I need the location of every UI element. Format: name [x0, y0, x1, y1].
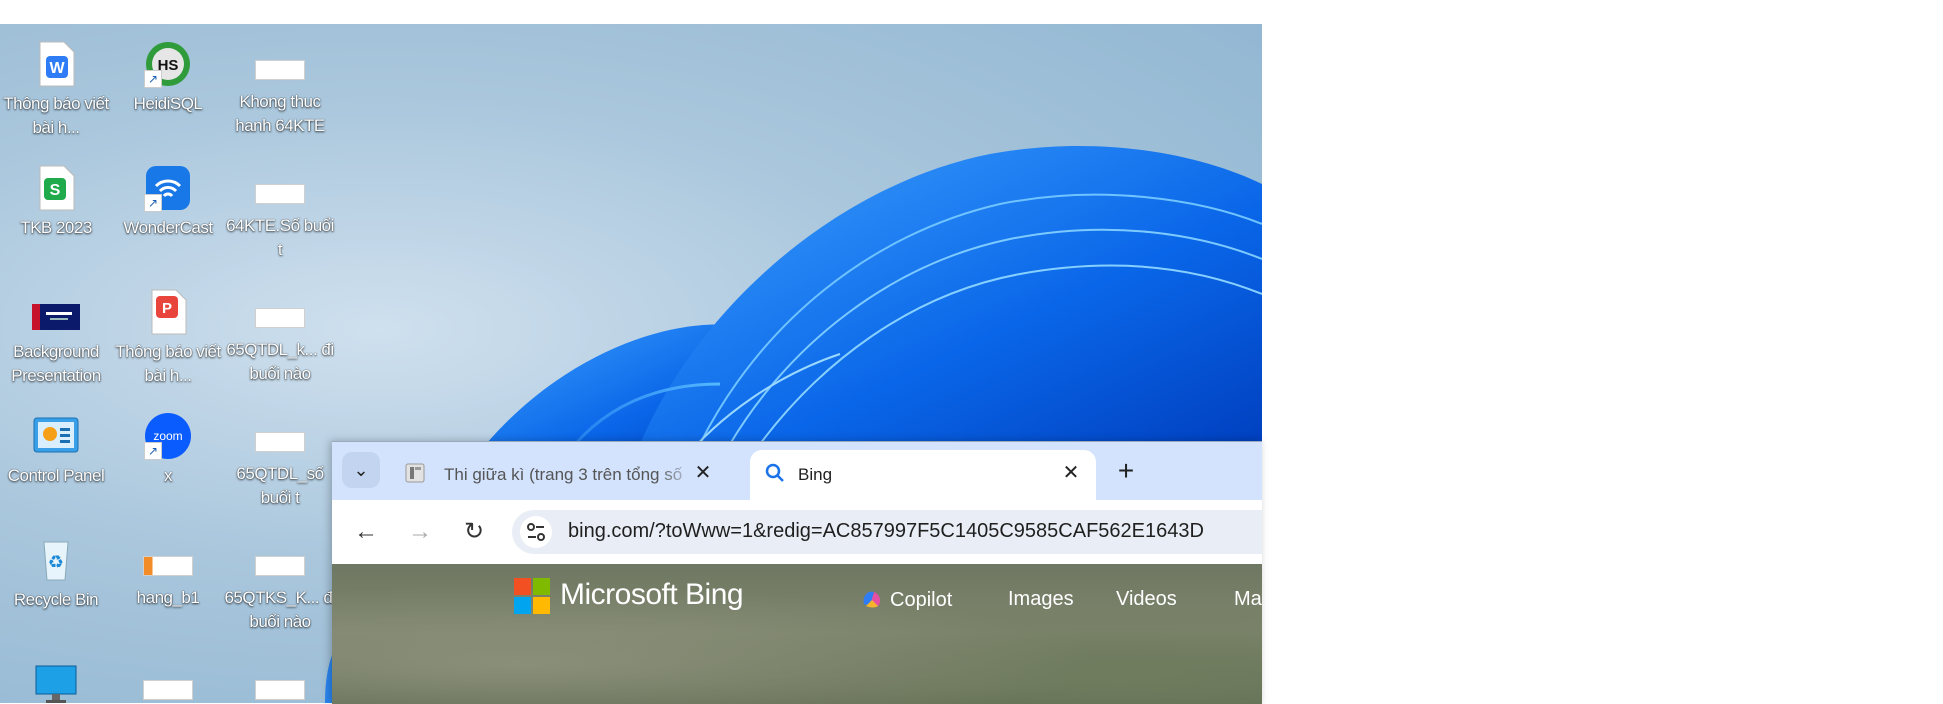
arrow-left-icon: ←: [354, 518, 378, 545]
zoom-icon: zoom ↗: [144, 412, 192, 460]
heidisql-icon: HS ↗: [144, 40, 192, 88]
bing-nav-label: Copilot: [890, 589, 953, 611]
chevron-down-icon: ⌄: [353, 460, 369, 480]
desktop-icon-label: Khong thuc hanh 64KTE: [235, 92, 325, 135]
sheet-thumbnail-icon: [143, 680, 193, 700]
desktop-icon-tkb-2023[interactable]: S TKB 2023: [0, 156, 112, 240]
desktop-icon-label: Thông báo viết bài h...: [115, 342, 221, 385]
desktop-icon-65qtdl-k[interactable]: 65QTDL_k... đi buổi nào: [224, 280, 336, 386]
sheet-thumbnail-icon: [255, 60, 305, 80]
bing-nav-label: Ma: [1234, 588, 1262, 610]
presentation-thumbnail-icon: [32, 288, 80, 336]
bing-nav-videos[interactable]: Videos: [1116, 588, 1177, 611]
tab-thi-giua-ki[interactable]: Thi giữa kì (trang 3 trên tổng số ✕: [390, 450, 728, 500]
desktop-icon-label: Background Presentation: [11, 342, 101, 385]
search-icon: [765, 463, 784, 482]
browser-toolbar: ← → ↻ bing.com/?toWww=1&redig=AC857997F5…: [332, 500, 1262, 564]
control-panel-icon: [32, 412, 80, 460]
tab-search-button[interactable]: ⌄: [342, 452, 380, 488]
desktop-icon-unnamed-2[interactable]: [112, 652, 224, 703]
sheet-thumbnail-icon: [255, 308, 305, 328]
desktop-icon-label: 65QTDL_số buổi t: [236, 464, 324, 507]
address-url: bing.com/?toWww=1&redig=AC857997F5C1405C…: [568, 520, 1204, 542]
desktop-icon-khong-thuc-hanh[interactable]: Khong thuc hanh 64KTE: [224, 32, 336, 138]
desktop-icon-64kte[interactable]: 64KTE.Số buổi t: [224, 156, 336, 262]
shortcut-arrow-icon: ↗: [144, 194, 162, 212]
close-icon[interactable]: ✕: [690, 460, 716, 486]
desktop-icon-control-panel[interactable]: Control Panel: [0, 404, 112, 488]
tab-title: Thi giữa kì (trang 3 trên tổng số: [444, 465, 683, 484]
desktop-icon-label: HeidiSQL: [133, 94, 203, 113]
desktop-icon-hang-b1[interactable]: hang_b1: [112, 528, 224, 610]
svg-text:♻: ♻: [48, 552, 64, 573]
shortcut-arrow-icon: ↗: [144, 70, 162, 88]
reload-button[interactable]: ↻: [456, 514, 492, 550]
bing-nav-label: Videos: [1116, 588, 1177, 610]
desktop-icon-label: Thông báo viết bài h...: [3, 94, 109, 137]
svg-text:zoom: zoom: [153, 429, 182, 443]
shortcut-arrow-icon: ↗: [144, 442, 162, 460]
close-icon[interactable]: ✕: [1058, 460, 1084, 486]
sheet-thumbnail-icon: [143, 556, 193, 576]
address-bar[interactable]: bing.com/?toWww=1&redig=AC857997F5C1405C…: [512, 510, 1262, 554]
desktop-icon-label: x: [164, 466, 173, 485]
desktop-icon-this-pc[interactable]: [0, 652, 112, 703]
forward-button[interactable]: →: [402, 514, 438, 550]
microsoft-logo-icon: [514, 578, 550, 614]
desktop-icon-label: Control Panel: [7, 466, 105, 485]
svg-text:P: P: [162, 300, 172, 317]
document-favicon-icon: [405, 463, 425, 483]
desktop-icon-background-presentation[interactable]: Background Presentation: [0, 280, 112, 388]
wps-pdf-icon: P: [144, 288, 192, 336]
sheet-thumbnail-icon: [255, 556, 305, 576]
wps-writer-doc-icon: W: [32, 40, 80, 88]
wondercast-icon: ↗: [144, 164, 192, 212]
browser-window: ⌄ Thi giữa kì (trang 3 trên tổng số ✕ Bi…: [332, 441, 1262, 704]
bing-nav-images[interactable]: Images: [1008, 588, 1074, 611]
svg-text:S: S: [50, 182, 61, 199]
sheet-thumbnail-icon: [255, 680, 305, 700]
desktop-icon-zoom[interactable]: zoom ↗ x: [112, 404, 224, 488]
desktop-icon-unnamed-3[interactable]: [224, 652, 336, 703]
plus-icon: +: [1117, 455, 1135, 486]
desktop-icon-label: hang_b1: [136, 588, 200, 607]
bing-nav-more[interactable]: Ma: [1234, 588, 1262, 611]
copilot-icon: [863, 591, 881, 608]
monitor-icon: [32, 660, 80, 703]
recycle-bin-icon: ♻: [32, 536, 80, 584]
desktop-icon-65qtdl-so[interactable]: 65QTDL_số buổi t: [224, 404, 336, 510]
tab-strip: ⌄ Thi giữa kì (trang 3 trên tổng số ✕ Bi…: [332, 442, 1262, 500]
desktop-icon-heidisql[interactable]: HS ↗ HeidiSQL: [112, 32, 224, 116]
desktop-icon-65qtks[interactable]: 65QTKS_K... đi buổi nào: [224, 528, 336, 634]
tab-title: Bing: [798, 465, 833, 484]
desktop-icon-label: TKB 2023: [20, 218, 92, 237]
desktop-icon-label: 65QTDL_k... đi buổi nào: [226, 340, 334, 383]
desktop-icon-label: 64KTE.Số buổi t: [226, 216, 334, 259]
bing-nav-copilot[interactable]: Copilot: [860, 588, 952, 612]
bing-brand-text: Microsoft Bing: [560, 578, 744, 611]
desktop-icon-thong-bao-doc[interactable]: W Thông báo viết bài h...: [0, 32, 112, 140]
site-info-button[interactable]: [520, 516, 552, 548]
bing-page: Microsoft Bing Copilot Images Videos Ma: [332, 564, 1262, 704]
desktop-icon-recycle-bin[interactable]: ♻ Recycle Bin: [0, 528, 112, 612]
desktop-icon-label: 65QTKS_K... đi buổi nào: [224, 588, 336, 631]
arrow-right-icon: →: [408, 518, 432, 545]
desktop-icon-wondercast[interactable]: ↗ WonderCast: [112, 156, 224, 240]
sheet-thumbnail-icon: [255, 432, 305, 452]
sheet-thumbnail-icon: [255, 184, 305, 204]
svg-text:W: W: [49, 60, 65, 77]
bing-nav-label: Images: [1008, 588, 1074, 610]
tune-icon: [527, 523, 545, 541]
wps-spreadsheet-icon: S: [32, 164, 80, 212]
tab-bing[interactable]: Bing ✕: [750, 450, 1096, 500]
back-button[interactable]: ←: [348, 514, 384, 550]
reload-icon: ↻: [463, 518, 485, 545]
new-tab-button[interactable]: +: [1108, 454, 1144, 490]
desktop-icon-thong-bao-pdf[interactable]: P Thông báo viết bài h...: [112, 280, 224, 388]
desktop-icon-label: Recycle Bin: [13, 590, 99, 609]
desktop-icon-label: WonderCast: [123, 218, 213, 237]
